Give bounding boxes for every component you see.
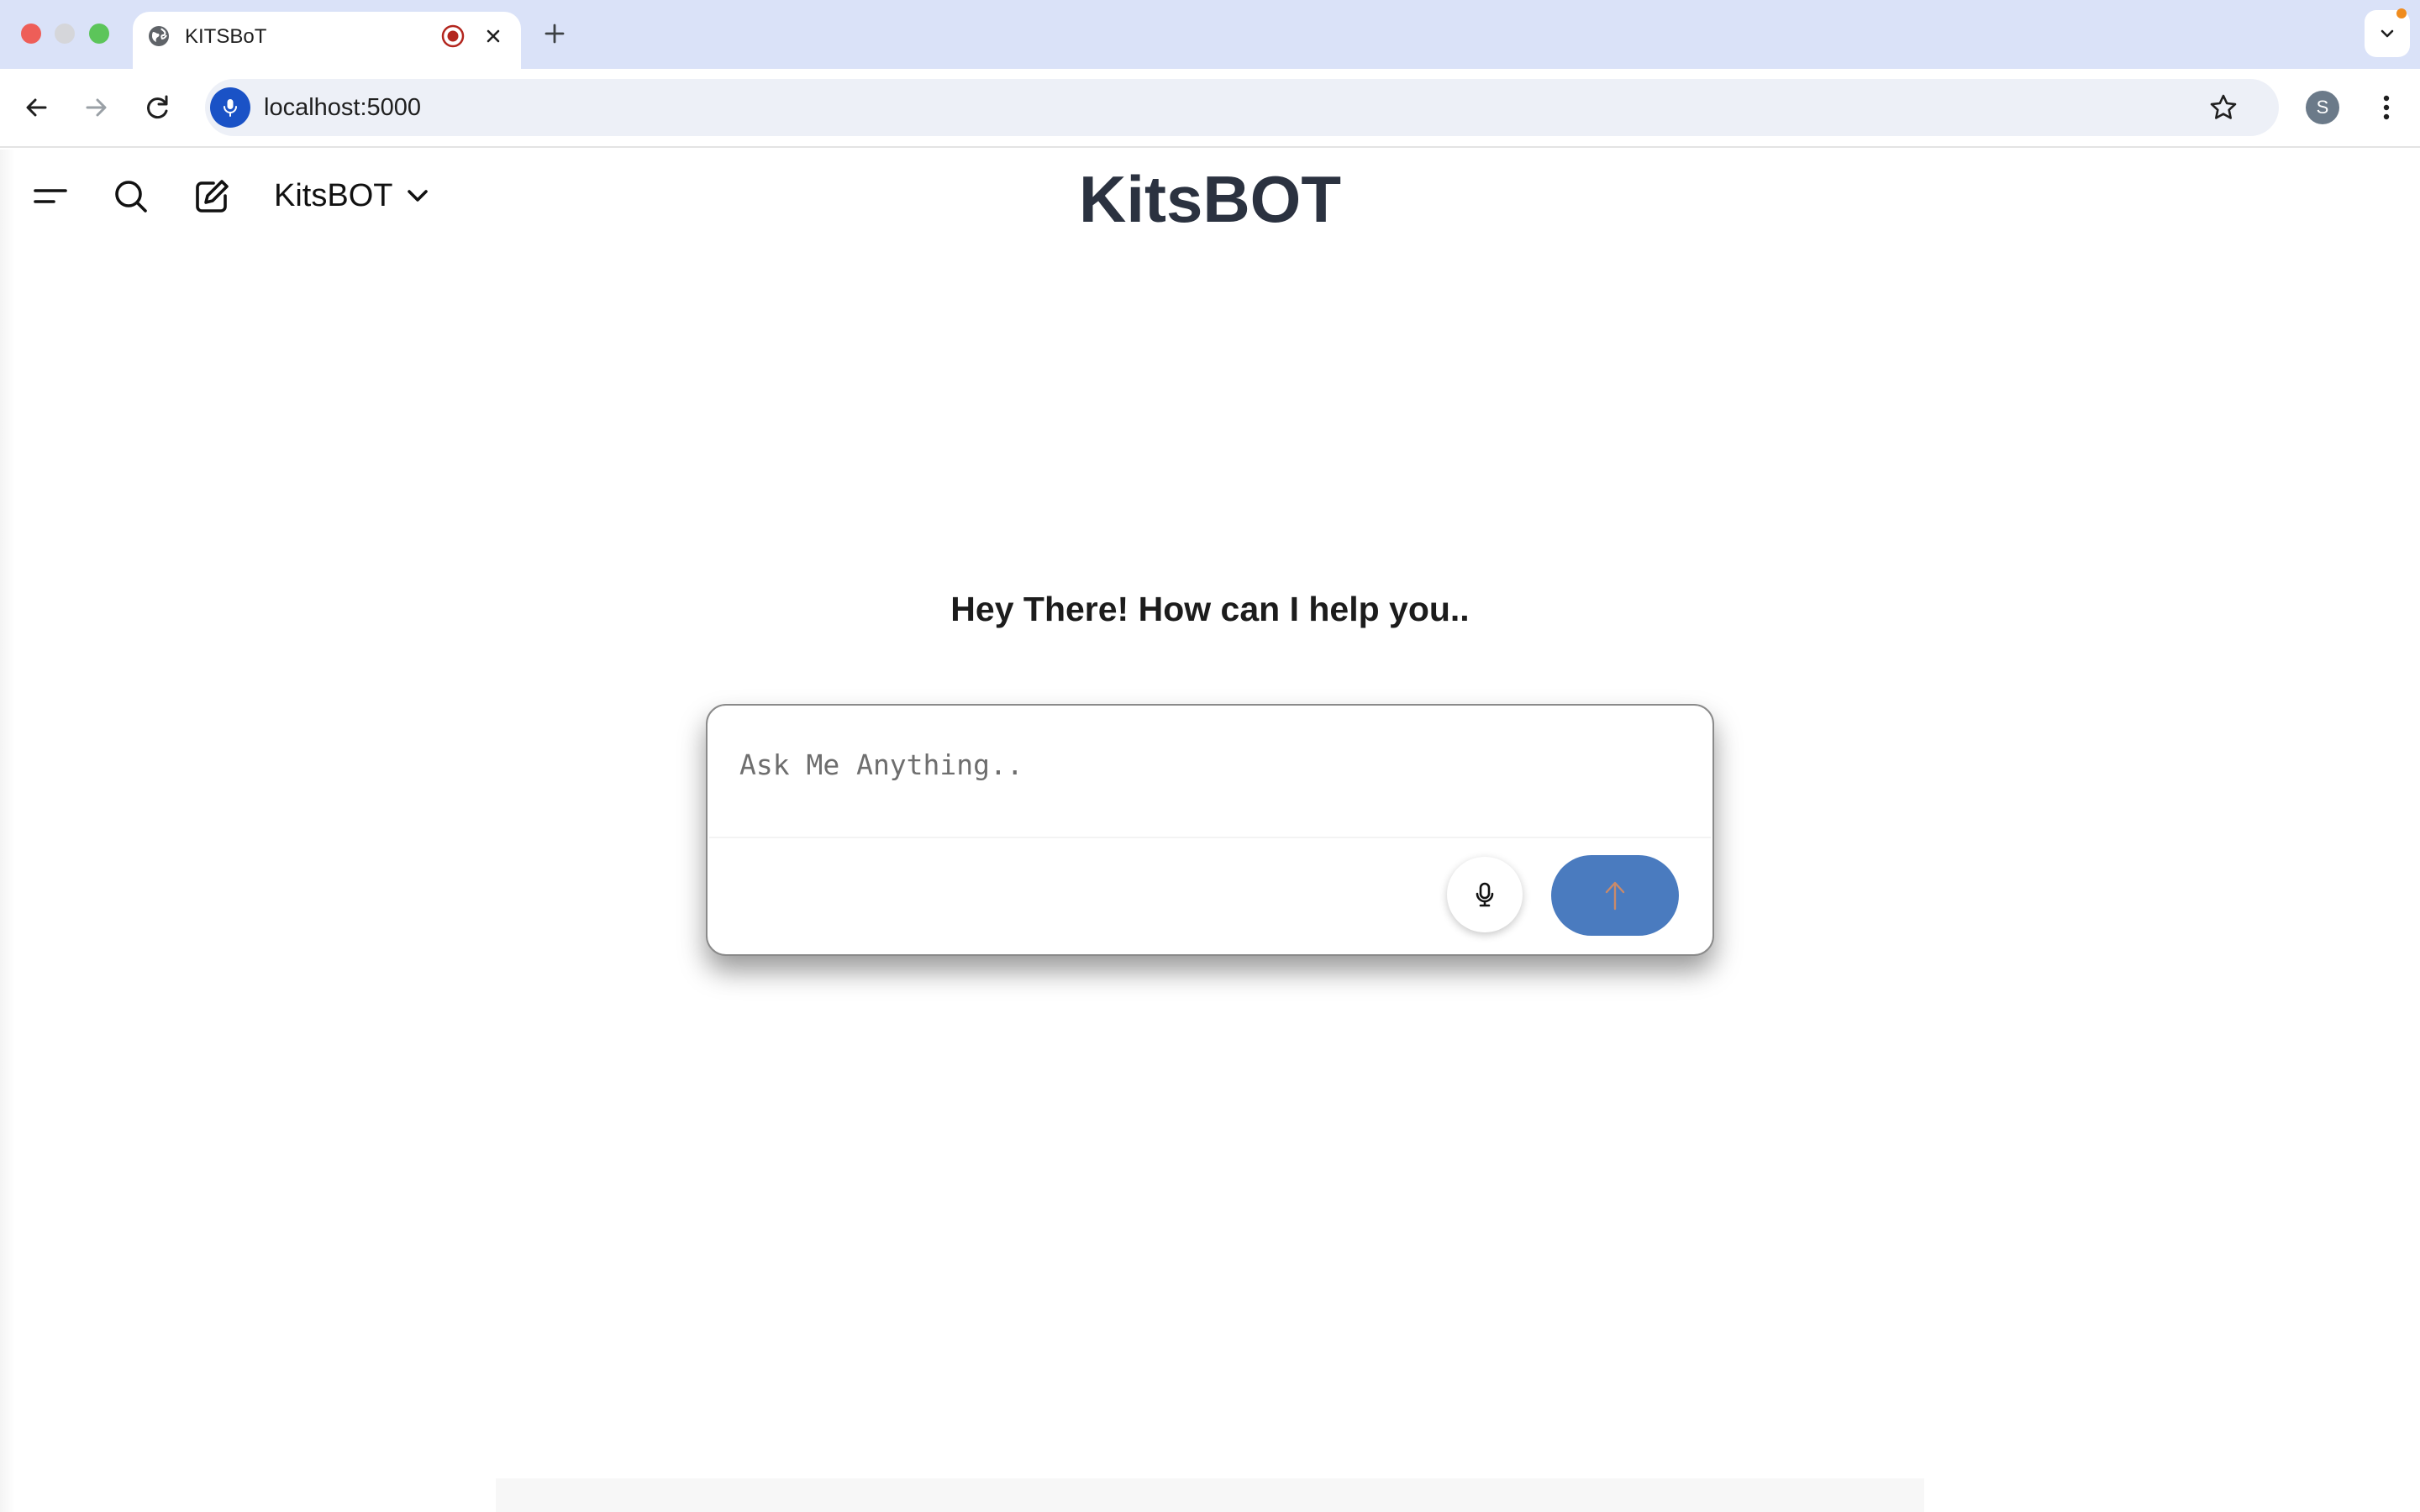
globe-icon	[149, 26, 169, 46]
page-title: KitsBOT	[1079, 162, 1341, 236]
arrow-up-icon	[1605, 881, 1625, 911]
microphone-icon	[1476, 882, 1494, 907]
microphone-icon	[224, 99, 237, 117]
footer-strip	[496, 1478, 1924, 1512]
address-bar[interactable]: localhost:5000	[205, 79, 2279, 136]
sidebar-edge	[0, 150, 15, 1512]
reload-icon[interactable]	[139, 89, 176, 126]
back-arrow-icon[interactable]	[18, 89, 55, 126]
notification-dot	[2396, 8, 2407, 18]
send-button[interactable]	[1551, 855, 1679, 936]
browser-toolbar: localhost:5000 S	[0, 69, 2420, 148]
voice-search-button[interactable]	[210, 87, 250, 128]
forward-arrow-icon[interactable]	[77, 89, 114, 126]
browser-tab-active[interactable]: KITSBoT	[133, 12, 521, 69]
window-zoom-button[interactable]	[89, 24, 109, 44]
profile-avatar[interactable]: S	[2306, 91, 2339, 124]
greeting-heading: Hey There! How can I help you..	[950, 590, 1470, 628]
new-tab-plus-icon[interactable]	[539, 18, 570, 49]
app-page: KitsBOT KitsBOT Hey There! How can I hel…	[0, 150, 2420, 1512]
window-close-button[interactable]	[21, 24, 41, 44]
close-icon[interactable]	[481, 24, 506, 49]
voice-input-button[interactable]	[1447, 857, 1523, 932]
recording-icon	[441, 24, 465, 48]
chat-input[interactable]	[739, 739, 1681, 790]
browser-tabstrip: KITSBoT	[0, 0, 2420, 69]
bookmark-star-icon[interactable]	[2208, 92, 2238, 123]
composer-divider	[709, 837, 1711, 838]
window-minimize-button[interactable]	[55, 24, 75, 44]
chat-composer	[706, 704, 1714, 956]
address-url: localhost:5000	[264, 94, 422, 121]
chevron-down-icon	[2381, 29, 2394, 38]
more-options-icon[interactable]	[2370, 91, 2403, 124]
tab-title: KITSBoT	[185, 25, 267, 48]
